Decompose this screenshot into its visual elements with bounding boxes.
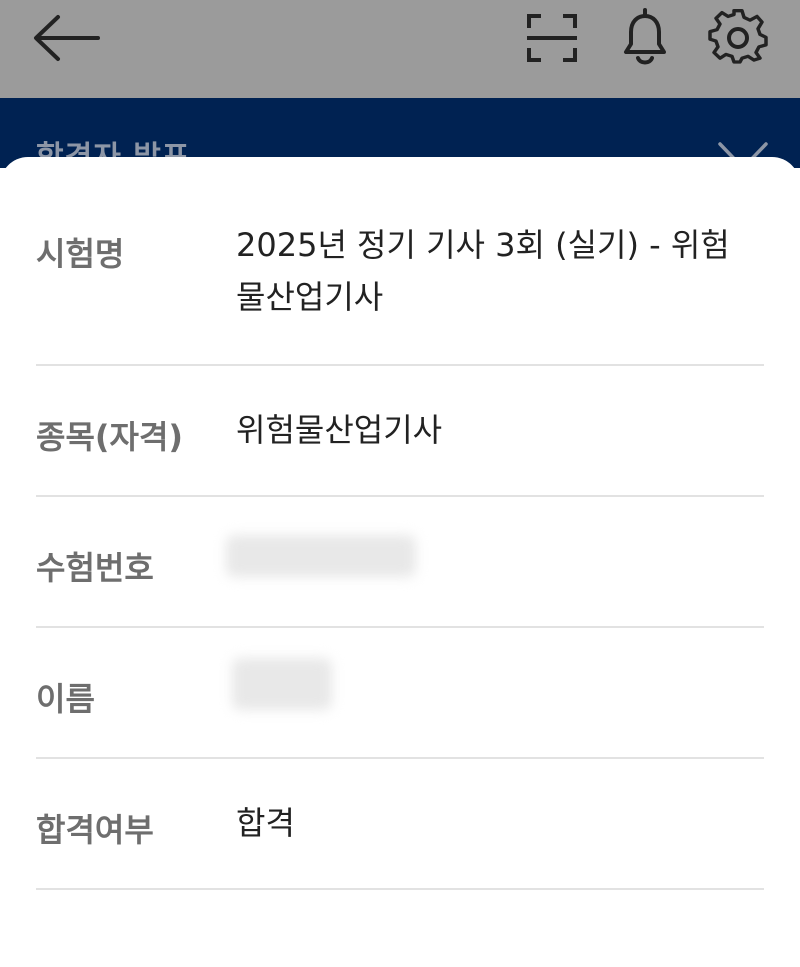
bell-icon[interactable]: [616, 6, 674, 68]
name-row: 이름: [36, 628, 764, 759]
qualification-row: 종목(자격) 위험물산업기사: [36, 366, 764, 497]
qualification-value: 위험물산업기사: [236, 411, 443, 449]
exam-name-row: 시험명 2025년 정기 기사 3회 (실기) - 위험물산업기사: [36, 197, 764, 366]
exam-name-value: 2025년 정기 기사 3회 (실기) - 위험물산업기사: [236, 226, 730, 316]
result-detail-sheet: 시험명 2025년 정기 기사 3회 (실기) - 위험물산업기사 종목(자격)…: [0, 157, 800, 967]
scan-icon[interactable]: [523, 10, 581, 66]
exam-number-row: 수험번호: [36, 497, 764, 628]
pass-status-label: 합격여부: [36, 811, 154, 849]
top-app-bar: [0, 0, 800, 98]
pass-status-value: 합격: [236, 804, 295, 842]
name-label: 이름: [36, 680, 95, 718]
exam-number-label: 수험번호: [36, 549, 154, 587]
exam-name-label: 시험명: [36, 235, 125, 273]
redacted-name: [232, 658, 332, 710]
back-arrow-icon[interactable]: [28, 12, 104, 64]
qualification-label: 종목(자격): [36, 418, 184, 456]
redacted-exam-number: [226, 535, 416, 577]
pass-status-row: 합격여부 합격: [36, 759, 764, 890]
gear-icon[interactable]: [708, 8, 768, 68]
